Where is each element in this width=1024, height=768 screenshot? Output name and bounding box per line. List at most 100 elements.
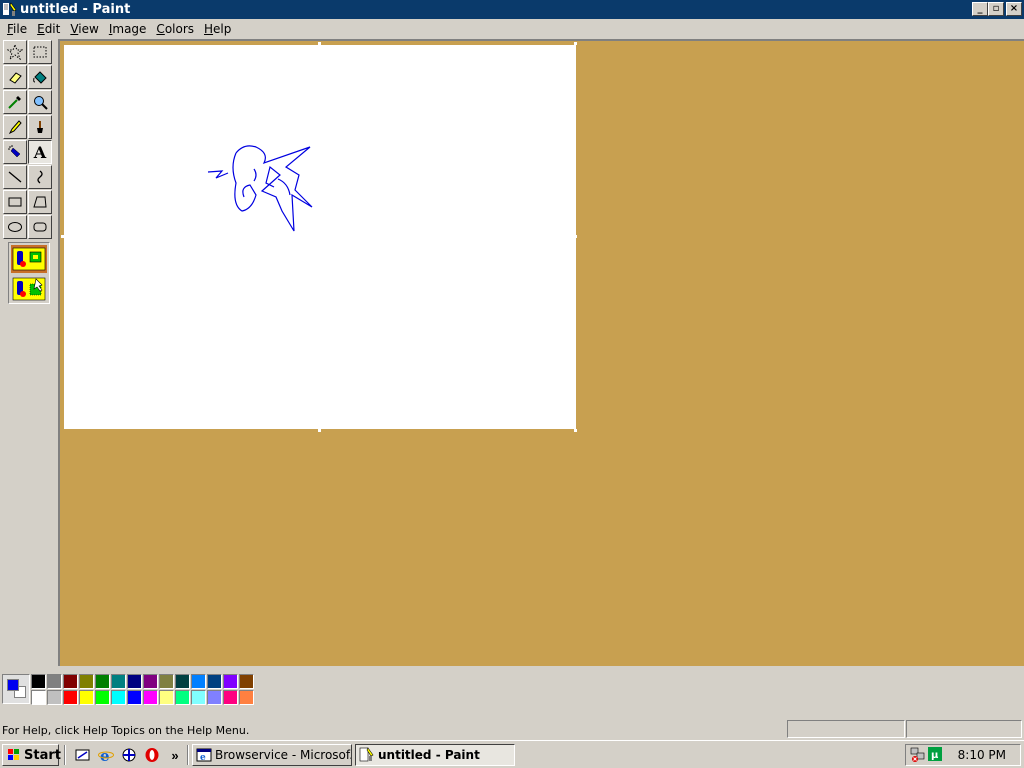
palette-swatch[interactable] <box>143 674 158 689</box>
palette-swatch[interactable] <box>79 690 94 705</box>
palette-swatch[interactable] <box>127 674 142 689</box>
menu-mnemonic: H <box>204 21 214 36</box>
clock[interactable]: 8:10 PM <box>958 748 1006 762</box>
internet-explorer-icon[interactable]: e <box>97 746 115 764</box>
palette-swatch[interactable] <box>191 674 206 689</box>
paint-icon <box>359 747 374 762</box>
polygon-tool[interactable] <box>28 190 52 214</box>
drawing-canvas[interactable] <box>61 42 577 432</box>
palette-swatch[interactable] <box>207 690 222 705</box>
palette-swatch[interactable] <box>95 674 110 689</box>
fill-tool[interactable] <box>28 65 52 89</box>
palette-swatch[interactable] <box>47 690 62 705</box>
palette-swatch[interactable] <box>191 690 206 705</box>
palette-swatch[interactable] <box>175 674 190 689</box>
menu-view[interactable]: View <box>65 22 103 36</box>
palette-swatch[interactable] <box>127 690 142 705</box>
channels-icon[interactable] <box>120 746 138 764</box>
palette-swatch[interactable] <box>95 690 110 705</box>
menu-help[interactable]: Help <box>199 22 236 36</box>
palette-swatch[interactable] <box>63 674 78 689</box>
workspace[interactable] <box>58 39 1024 666</box>
task-browservice-label: Browservice - Microsof... <box>215 748 352 762</box>
palette-swatch[interactable] <box>223 674 238 689</box>
utorrent-icon[interactable]: µ <box>928 747 942 761</box>
menu-file[interactable]: File <box>2 22 32 36</box>
palette-swatch[interactable] <box>223 690 238 705</box>
taskbar: Start e » e Browservice - Microsof... un… <box>0 740 1024 768</box>
task-paint[interactable]: untitled - Paint <box>355 744 515 766</box>
palette-swatch[interactable] <box>111 674 126 689</box>
rounded-rectangle-icon <box>33 222 47 232</box>
resize-handle-left[interactable] <box>61 235 64 238</box>
restore-button[interactable]: ▫ <box>988 2 1004 16</box>
rectangle-icon <box>8 197 22 207</box>
magnifier-tool[interactable] <box>28 90 52 114</box>
star-select-icon <box>7 44 23 60</box>
menu-bar: File Edit View Image Colors Help <box>0 19 1024 38</box>
system-tray: µ 8:10 PM <box>905 744 1021 766</box>
title-bar[interactable]: untitled - Paint _ ▫ × <box>0 0 1024 19</box>
palette-swatch[interactable] <box>47 674 62 689</box>
opaque-option[interactable] <box>11 245 47 273</box>
paint-app-icon[interactable] <box>2 1 18 18</box>
palette-swatch[interactable] <box>31 674 46 689</box>
resize-handle-top[interactable] <box>318 42 321 45</box>
palette-swatch[interactable] <box>143 690 158 705</box>
airbrush-tool[interactable] <box>3 140 27 164</box>
opera-icon[interactable] <box>143 746 161 764</box>
taskbar-separator-2 <box>187 745 189 765</box>
resize-handle-bottom-right[interactable] <box>574 429 577 432</box>
quick-launch-overflow[interactable]: » <box>166 746 184 764</box>
menu-colors-label: Colors <box>156 21 195 36</box>
menu-colors[interactable]: Colors <box>151 22 199 36</box>
palette-swatch[interactable] <box>175 690 190 705</box>
palette-swatch[interactable] <box>111 690 126 705</box>
resize-handle-bottom[interactable] <box>318 429 321 432</box>
transparent-option[interactable] <box>11 275 47 303</box>
menu-help-label: Help <box>204 21 232 36</box>
pick-color-tool[interactable] <box>3 90 27 114</box>
text-tool[interactable]: A <box>28 140 52 164</box>
palette-swatch[interactable] <box>31 690 46 705</box>
task-browservice[interactable]: e Browservice - Microsof... <box>192 744 352 766</box>
ellipse-tool[interactable] <box>3 215 27 239</box>
palette-swatch[interactable] <box>79 674 94 689</box>
menu-image[interactable]: Image <box>104 22 152 36</box>
minimize-button[interactable]: _ <box>972 2 988 16</box>
resize-handle-top-right[interactable] <box>574 42 577 45</box>
foreground-color <box>7 679 19 691</box>
palette-swatch[interactable] <box>159 690 174 705</box>
palette-swatch[interactable] <box>239 674 254 689</box>
curve-tool[interactable] <box>28 165 52 189</box>
text-icon: A <box>33 142 47 162</box>
start-button[interactable]: Start <box>2 744 61 766</box>
start-label: Start <box>24 747 61 763</box>
free-form-select-tool[interactable] <box>3 40 27 64</box>
select-tool[interactable] <box>28 40 52 64</box>
pencil-tool[interactable] <box>3 115 27 139</box>
menu-view-label: View <box>70 21 99 36</box>
windows-flag-icon <box>6 748 22 762</box>
line-icon <box>8 171 22 183</box>
transparent-shapes-icon <box>12 277 46 301</box>
eraser-tool[interactable] <box>3 65 27 89</box>
window-title: untitled - Paint <box>20 2 131 17</box>
network-icon[interactable] <box>909 747 927 763</box>
palette-swatch[interactable] <box>207 674 222 689</box>
resize-handle-right[interactable] <box>574 235 577 238</box>
close-button[interactable]: × <box>1006 2 1022 16</box>
rectangle-tool[interactable] <box>3 190 27 214</box>
palette-swatch[interactable] <box>63 690 78 705</box>
palette-swatch[interactable] <box>159 674 174 689</box>
current-colors[interactable] <box>2 674 30 704</box>
rounded-rectangle-tool[interactable] <box>28 215 52 239</box>
status-text: For Help, click Help Topics on the Help … <box>2 724 250 737</box>
menu-mnemonic: E <box>37 21 45 36</box>
color-box <box>0 668 1024 716</box>
brush-tool[interactable] <box>28 115 52 139</box>
show-desktop-icon[interactable] <box>74 746 92 764</box>
menu-edit[interactable]: Edit <box>32 22 65 36</box>
line-tool[interactable] <box>3 165 27 189</box>
palette-swatch[interactable] <box>239 690 254 705</box>
